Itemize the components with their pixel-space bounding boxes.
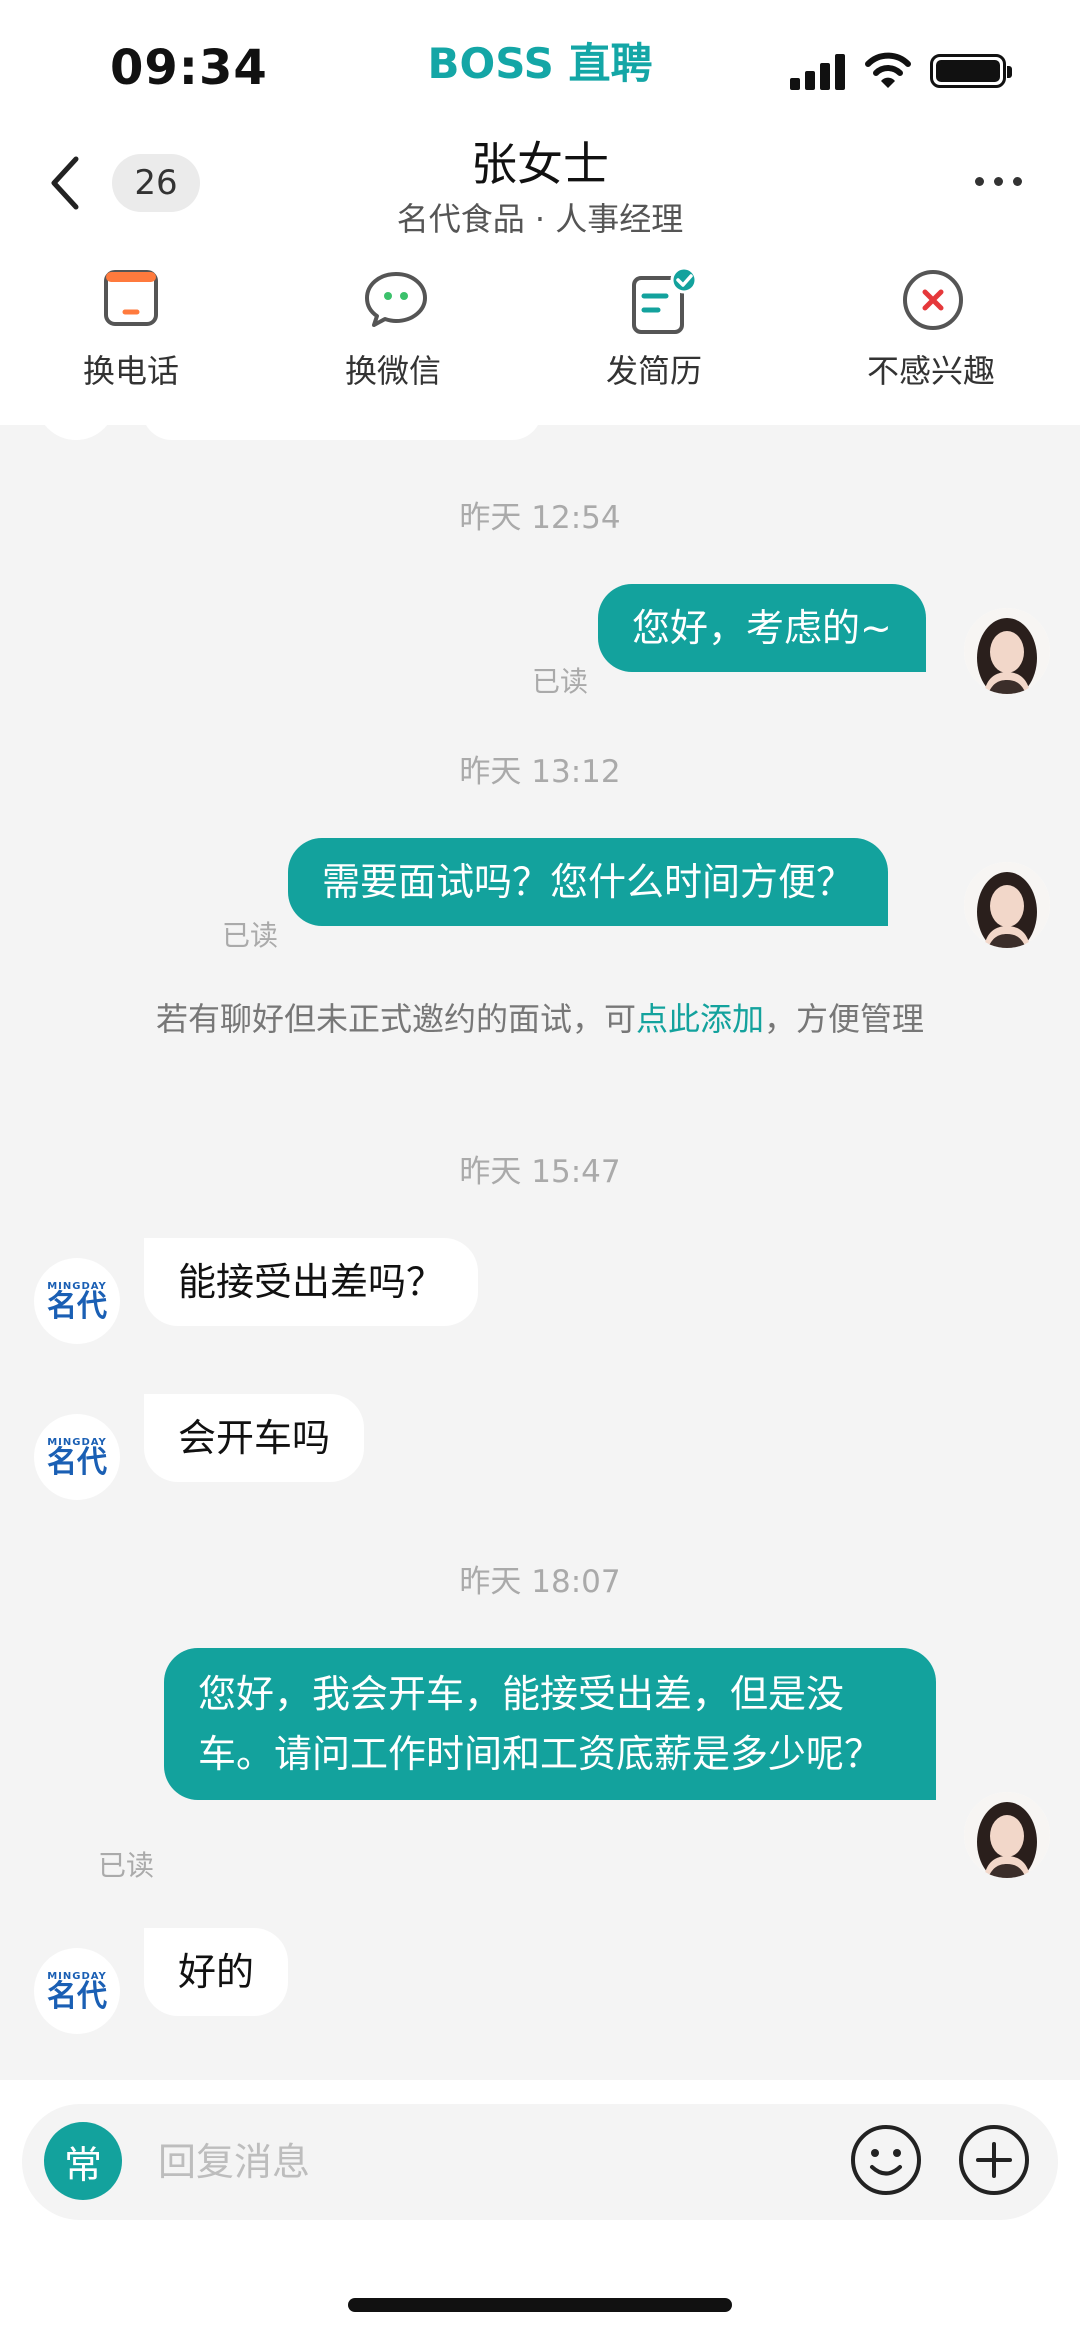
contact-subtitle: 名代食品 · 人事经理 xyxy=(396,200,684,238)
action-change-wechat[interactable]: 换微信 xyxy=(293,268,493,398)
company-logo-text: 名代 xyxy=(47,1444,107,1480)
message-bubble-partial xyxy=(142,400,542,440)
quick-phrases-button[interactable]: 常 xyxy=(44,2122,122,2200)
resume-icon xyxy=(624,266,698,334)
add-interview-link[interactable]: 点此添加 xyxy=(636,1000,764,1038)
action-label: 换电话 xyxy=(82,352,179,390)
chat-timestamp: 昨天 12:54 xyxy=(459,500,621,536)
company-logo-text: 名代 xyxy=(47,1288,107,1324)
chat-timestamp: 昨天 13:12 xyxy=(459,754,621,790)
read-status: 已读 xyxy=(98,1849,155,1882)
signal-icon xyxy=(790,54,846,90)
action-send-resume[interactable]: 发简历 xyxy=(554,266,754,398)
wifi-icon xyxy=(864,50,912,90)
plus-icon xyxy=(959,2125,1029,2195)
read-status: 已读 xyxy=(532,665,589,698)
message-bubble-incoming[interactable]: 能接受出差吗？ xyxy=(144,1238,479,1326)
chat-timestamp: 昨天 18:07 xyxy=(459,1564,621,1600)
home-indicator xyxy=(348,2298,732,2312)
action-label: 发简历 xyxy=(605,352,702,390)
reply-input[interactable] xyxy=(158,2132,798,2192)
message-bubble-outgoing[interactable]: 您好，我会开车，能接受出差，但是没车。请问工作时间和工资底薪是多少呢？ xyxy=(164,1648,936,1800)
app-brand: BOSS 直聘 xyxy=(427,39,653,88)
avatar-partial xyxy=(36,400,116,440)
emoji-icon xyxy=(851,2125,921,2195)
company-avatar[interactable]: MINGDAY 名代 xyxy=(34,1414,120,1500)
user-avatar[interactable] xyxy=(964,862,1050,948)
not-interested-icon xyxy=(901,268,963,330)
message-bubble-incoming[interactable]: 好的 xyxy=(144,1928,289,2016)
company-logo-text: 名代 xyxy=(47,1978,107,2014)
action-label: 不感兴趣 xyxy=(866,352,995,390)
more-options-button[interactable] xyxy=(968,166,1028,196)
company-avatar[interactable]: MINGDAY 名代 xyxy=(34,1258,120,1344)
more-dot-icon xyxy=(974,176,984,186)
chat-timestamp: 昨天 15:47 xyxy=(459,1154,621,1190)
more-dot-icon xyxy=(1012,176,1022,186)
read-status: 已读 xyxy=(222,919,279,952)
system-note-text: 若有聊好但未正式邀约的面试，可 xyxy=(155,1000,636,1038)
user-avatar[interactable] xyxy=(964,1792,1050,1878)
company-avatar[interactable]: MINGDAY 名代 xyxy=(34,1948,120,2034)
system-note-text: ，方便管理 xyxy=(764,1000,925,1038)
battery-icon xyxy=(930,54,1012,88)
action-not-interested[interactable]: 不感兴趣 xyxy=(831,268,1031,398)
message-bubble-outgoing[interactable]: 您好，考虑的~ xyxy=(598,584,926,672)
action-change-phone[interactable]: 换电话 xyxy=(31,268,231,398)
user-avatar[interactable] xyxy=(964,608,1050,694)
wechat-icon xyxy=(363,268,427,328)
more-functions-button[interactable] xyxy=(956,2122,1032,2198)
emoji-button[interactable] xyxy=(848,2122,924,2198)
action-label: 换微信 xyxy=(344,352,441,390)
message-bubble-outgoing[interactable]: 需要面试吗？您什么时间方便？ xyxy=(288,838,889,926)
more-dot-icon xyxy=(993,176,1003,186)
contact-name: 张女士 xyxy=(471,137,609,191)
message-bubble-incoming[interactable]: 会开车吗 xyxy=(144,1394,365,1482)
system-note: 若有聊好但未正式邀约的面试，可点此添加，方便管理 xyxy=(140,996,940,1042)
phone-icon xyxy=(101,268,161,328)
